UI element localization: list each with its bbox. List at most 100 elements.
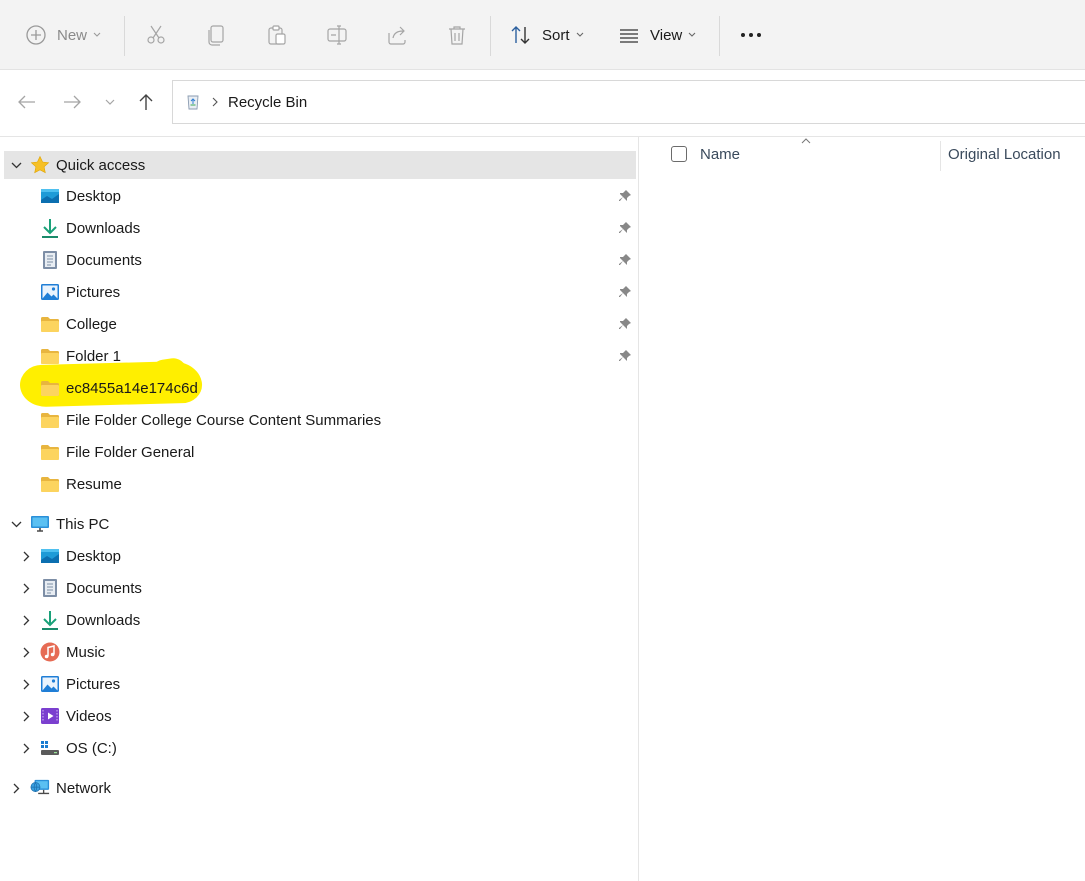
item-label: Documents bbox=[66, 579, 142, 597]
paste-icon bbox=[268, 25, 286, 45]
item-label: College bbox=[66, 315, 117, 333]
back-arrow-icon bbox=[18, 95, 35, 109]
this-pc-item-os-drive[interactable]: OS (C:) bbox=[0, 734, 636, 762]
navigation-bar: Recycle Bin bbox=[0, 70, 1085, 134]
computer-icon bbox=[30, 514, 50, 534]
up-button[interactable] bbox=[134, 90, 158, 114]
view-button[interactable]: View bbox=[618, 0, 696, 70]
item-label: Downloads bbox=[66, 611, 141, 629]
downloads-icon bbox=[40, 610, 60, 630]
quick-access-item-college[interactable]: College bbox=[0, 310, 636, 338]
this-pc-item-videos[interactable]: Videos bbox=[0, 702, 636, 730]
sort-label: Sort bbox=[542, 26, 570, 44]
quick-access-item-college-course-content[interactable]: File Folder College Course Content Summa… bbox=[0, 406, 636, 434]
quick-access-label: Quick access bbox=[56, 156, 146, 174]
quick-access-item-desktop[interactable]: Desktop bbox=[0, 182, 636, 210]
chevron-right-icon[interactable] bbox=[19, 741, 33, 755]
this-pc-label: This PC bbox=[56, 515, 110, 533]
this-pc-item-desktop[interactable]: Desktop bbox=[0, 542, 636, 570]
navigation-pane: Quick access Desktop Downloads Documents… bbox=[0, 137, 638, 881]
item-label: Pictures bbox=[66, 675, 121, 693]
chevron-right-icon[interactable] bbox=[19, 677, 33, 691]
pin-icon[interactable] bbox=[617, 188, 633, 204]
this-pc-item-downloads[interactable]: Downloads bbox=[0, 606, 636, 634]
chevron-right-icon[interactable] bbox=[19, 613, 33, 627]
address-bar[interactable]: Recycle Bin bbox=[172, 80, 1085, 124]
quick-access-item-file-folder-general[interactable]: File Folder General bbox=[0, 438, 636, 466]
downloads-icon bbox=[40, 218, 60, 238]
pin-icon[interactable] bbox=[617, 348, 633, 364]
new-button[interactable]: New bbox=[25, 0, 101, 70]
name-column-header[interactable]: Name bbox=[700, 146, 740, 163]
item-label: OS (C:) bbox=[66, 739, 117, 757]
cut-button[interactable] bbox=[145, 0, 167, 70]
view-icon bbox=[620, 29, 638, 43]
column-resize-handle[interactable] bbox=[940, 141, 941, 171]
back-button[interactable] bbox=[15, 90, 39, 114]
chevron-right-icon[interactable] bbox=[9, 781, 23, 795]
rename-button[interactable] bbox=[326, 0, 348, 70]
chevron-right-icon[interactable] bbox=[19, 549, 33, 563]
more-options-button[interactable] bbox=[740, 0, 762, 70]
folder-icon bbox=[40, 378, 60, 398]
share-button[interactable] bbox=[386, 0, 408, 70]
sort-ascending-icon bbox=[801, 138, 811, 144]
file-list-pane: Name Original Location bbox=[639, 137, 1085, 881]
folder-icon bbox=[40, 346, 60, 366]
item-label: Resume bbox=[66, 475, 122, 493]
sort-button[interactable]: Sort bbox=[510, 0, 584, 70]
original-location-column-header[interactable]: Original Location bbox=[948, 146, 1061, 163]
item-label: File Folder General bbox=[66, 443, 195, 461]
folder-icon bbox=[40, 314, 60, 334]
quick-access-item-downloads[interactable]: Downloads bbox=[0, 214, 636, 242]
quick-access-item-documents[interactable]: Documents bbox=[0, 246, 636, 274]
folder-icon bbox=[40, 410, 60, 430]
item-label: Downloads bbox=[66, 219, 141, 237]
documents-icon bbox=[40, 250, 60, 270]
select-all-checkbox[interactable] bbox=[671, 146, 687, 162]
breadcrumb-recycle-bin[interactable]: Recycle Bin bbox=[228, 94, 307, 111]
quick-access-node[interactable]: Quick access bbox=[4, 151, 636, 179]
chevron-right-icon[interactable] bbox=[19, 709, 33, 723]
expand-chevron-icon[interactable] bbox=[9, 158, 23, 172]
delete-button[interactable] bbox=[446, 0, 468, 70]
rename-icon bbox=[327, 25, 347, 45]
this-pc-item-pictures[interactable]: Pictures bbox=[0, 670, 636, 698]
item-label: Desktop bbox=[66, 547, 122, 565]
toolbar-divider bbox=[719, 16, 720, 56]
this-pc-node[interactable]: This PC bbox=[0, 510, 636, 538]
quick-access-item-folder-1[interactable]: Folder 1 bbox=[0, 342, 636, 370]
network-icon bbox=[30, 778, 50, 798]
command-bar: New Sort View bbox=[0, 0, 1085, 70]
delete-icon bbox=[449, 26, 465, 45]
copy-button[interactable] bbox=[206, 0, 228, 70]
network-node[interactable]: Network bbox=[0, 774, 636, 802]
toolbar-divider bbox=[124, 16, 125, 56]
this-pc-item-documents[interactable]: Documents bbox=[0, 574, 636, 602]
item-label: Desktop bbox=[66, 187, 122, 205]
chevron-right-icon[interactable] bbox=[19, 581, 33, 595]
item-label: File Folder College Course Content Summa… bbox=[66, 411, 382, 429]
share-icon bbox=[388, 26, 406, 45]
quick-access-item-resume[interactable]: Resume bbox=[0, 470, 636, 498]
pin-icon[interactable] bbox=[617, 220, 633, 236]
pin-icon[interactable] bbox=[617, 316, 633, 332]
pin-icon[interactable] bbox=[617, 252, 633, 268]
quick-access-item-ec8455a14e174c6d[interactable]: ec8455a14e174c6d bbox=[0, 374, 636, 402]
chevron-right-icon[interactable] bbox=[19, 645, 33, 659]
quick-access-item-pictures[interactable]: Pictures bbox=[0, 278, 636, 306]
pin-icon[interactable] bbox=[617, 284, 633, 300]
paste-button[interactable] bbox=[266, 0, 288, 70]
network-label: Network bbox=[56, 779, 112, 797]
folder-icon bbox=[40, 474, 60, 494]
forward-button[interactable] bbox=[60, 90, 84, 114]
cut-icon bbox=[147, 25, 165, 44]
new-label: New bbox=[57, 26, 88, 44]
this-pc-item-music[interactable]: Music bbox=[0, 638, 636, 666]
view-label: View bbox=[650, 26, 683, 44]
sort-icon bbox=[511, 26, 530, 44]
desktop-folder-icon bbox=[40, 186, 60, 206]
expand-chevron-icon[interactable] bbox=[9, 517, 23, 531]
up-arrow-icon bbox=[139, 94, 153, 110]
recent-locations-button[interactable] bbox=[98, 90, 122, 114]
